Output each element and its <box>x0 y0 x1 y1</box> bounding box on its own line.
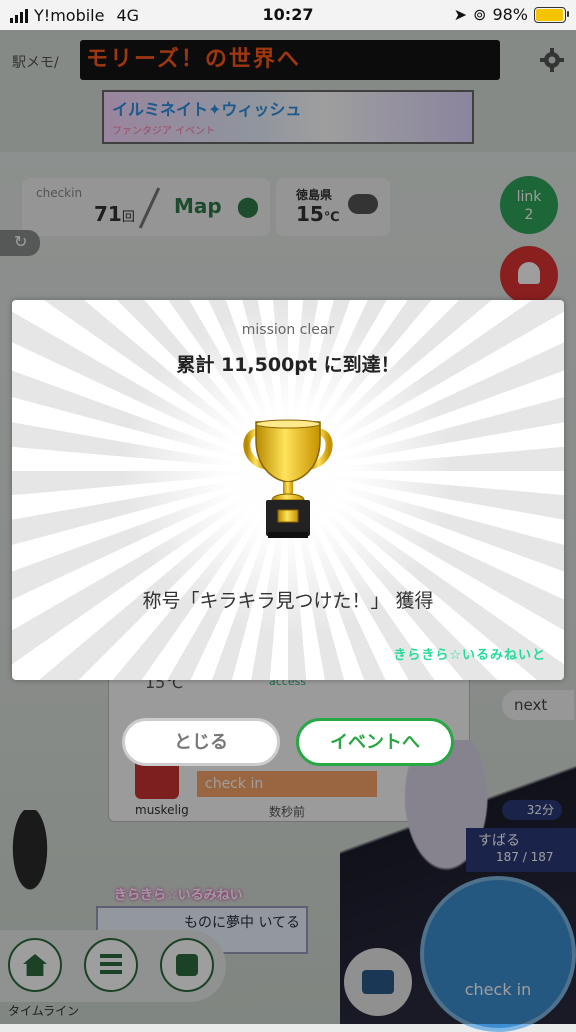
status-bar: Y!mobile 4G 10:27 ➤ ⊚ 98% <box>0 0 576 30</box>
mission-clear-dialog: mission clear 累計 11,500pt に到達！ 称号「キラキラ見つ… <box>12 300 564 680</box>
status-right: ➤ ⊚ 98% <box>453 5 569 24</box>
dialog-reward: 称号「キラキラ見つけた！」 獲得 <box>142 590 434 612</box>
trophy-icon <box>243 419 333 538</box>
battery-fill <box>536 8 564 21</box>
event-logo: きらきら☆いるみねいと <box>393 648 546 663</box>
battery-icon <box>534 6 569 23</box>
orientation-lock-icon: ⊚ <box>473 5 487 24</box>
close-button[interactable]: とじる <box>122 718 280 766</box>
location-arrow-icon: ➤ <box>453 5 468 24</box>
dialog-kicker: mission clear <box>241 322 335 338</box>
battery-percent: 98% <box>492 5 528 24</box>
go-to-event-button[interactable]: イベントへ <box>296 718 454 766</box>
dialog-title: 累計 11,500pt に到達！ <box>176 354 400 376</box>
